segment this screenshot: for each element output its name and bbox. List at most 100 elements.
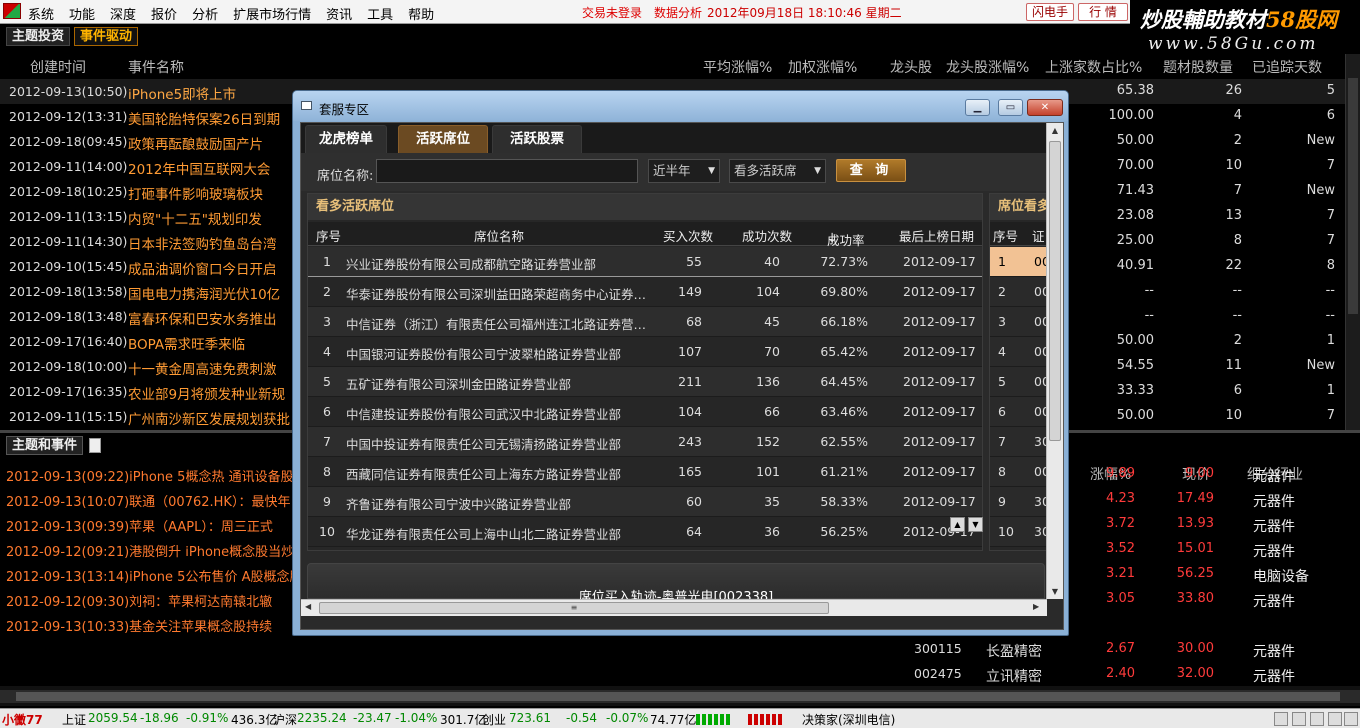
document-icon[interactable] <box>89 438 102 453</box>
sz-index-label[interactable]: 沪深 <box>273 711 297 728</box>
seat-name[interactable]: 中信证券（浙江）有限责任公司福州连江北路证券营业部 <box>346 314 656 333</box>
news-title[interactable]: 2012-09-13(13:14)iPhone 5公布售价 A股概念股 <box>6 566 302 585</box>
scrollbar-thumb[interactable] <box>16 692 1340 701</box>
col-up-ratio[interactable]: 上涨家数占比% <box>1045 57 1142 77</box>
seat-name-input[interactable] <box>376 159 638 183</box>
menu-function[interactable]: 功能 <box>69 4 95 23</box>
event-table-scrollbar[interactable] <box>1345 54 1360 430</box>
col-no[interactable]: 序号 <box>316 226 341 245</box>
event-name[interactable]: iPhone5即将上市 <box>128 83 236 103</box>
tray-icon-4[interactable] <box>1328 712 1342 726</box>
news-title[interactable]: 2012-09-13(09:22)iPhone 5概念热 通讯设备股 <box>6 466 294 485</box>
event-name[interactable]: 政策再酝酿鼓励国产片 <box>128 133 263 153</box>
close-button[interactable]: ✕ <box>1027 99 1063 116</box>
dialog-titlebar[interactable]: 套服专区 ▁ ▭ ✕ <box>293 91 1068 121</box>
seat-row[interactable]: 5 五矿证券有限公司深圳金田路证券营业部 211 136 64.45% 2012-09-1… <box>308 367 982 397</box>
seat-row[interactable]: 2 华泰证券股份有限公司深圳益田路荣超商务中心证券营业部 149 104 69.80% 2… <box>308 277 982 307</box>
data-analysis-label[interactable]: 数据分析 <box>654 4 702 21</box>
side-col-no[interactable]: 序号 <box>993 226 1018 245</box>
seat-name[interactable]: 五矿证券有限公司深圳金田路证券营业部 <box>346 374 656 393</box>
lock-icon[interactable] <box>1310 712 1324 726</box>
dialog-horizontal-scrollbar[interactable]: ◀ ≡ ▶ <box>301 599 1047 616</box>
col-stock-count[interactable]: 题材股数量 <box>1163 57 1233 77</box>
seat-row[interactable]: 9 齐鲁证券有限公司宁波中兴路证券营业部 60 35 58.33% 2012-09-17 <box>308 487 982 517</box>
tray-icon-5[interactable] <box>1344 712 1358 726</box>
scroll-right-arrow-icon[interactable]: ▶ <box>1033 602 1039 611</box>
tab-dragon-tiger-list[interactable]: 龙虎榜单 <box>305 125 387 153</box>
news-title[interactable]: 2012-09-12(09:30)刘祠：苹果柯达南辕北辙 <box>6 591 272 610</box>
tab-active-stocks[interactable]: 活跃股票 <box>492 125 582 153</box>
event-name[interactable]: 内贸"十二五"规划印发 <box>128 208 262 228</box>
event-name[interactable]: 美国轮胎特保案26日到期 <box>128 108 280 128</box>
scroll-up-arrow-icon[interactable]: ▲ <box>1050 126 1060 135</box>
dialog-vertical-scrollbar[interactable]: ▲ ▼ <box>1046 123 1063 599</box>
seat-type-select[interactable]: 看多活跃席 ▼ <box>729 159 826 183</box>
xiaobei-label[interactable]: 小黴77 <box>2 711 43 728</box>
event-name[interactable]: 富春环保和巴安水务推出 <box>128 308 277 328</box>
col-tracked-days[interactable]: 已追踪天数 <box>1252 57 1322 77</box>
event-name[interactable]: 成品油调价窗口今日开启 <box>128 258 277 278</box>
scroll-down-arrow-icon[interactable]: ▼ <box>1050 587 1060 596</box>
col-last-date[interactable]: 最后上榜日期 <box>899 226 974 245</box>
menu-tools[interactable]: 工具 <box>367 4 393 23</box>
col-buy-count[interactable]: 买入次数 <box>663 226 713 245</box>
seat-row[interactable]: 8 西藏同信证券有限责任公司上海东方路证券营业部 165 101 61.21% 2012-… <box>308 457 982 487</box>
seat-name[interactable]: 中国银河证券股份有限公司宁波翠柏路证券营业部 <box>346 344 656 363</box>
col-created-time[interactable]: 创建时间 <box>30 57 86 77</box>
menu-help[interactable]: 帮助 <box>408 4 434 23</box>
flash-trade-button[interactable]: 闪电手 <box>1026 3 1074 21</box>
news-title[interactable]: 2012-09-13(09:39)苹果（AAPL）：周三正式 <box>6 516 273 535</box>
seat-row[interactable]: 6 中信建投证券股份有限公司武汉中北路证券营业部 104 66 63.46% 2012-0… <box>308 397 982 427</box>
menu-analysis[interactable]: 分析 <box>192 4 218 23</box>
tab-theme-invest[interactable]: 主题投资 <box>6 27 71 46</box>
tab-theme-and-events[interactable]: 主题和事件 <box>6 436 84 455</box>
menu-depth[interactable]: 深度 <box>110 4 136 23</box>
menu-news[interactable]: 资讯 <box>326 4 352 23</box>
tray-icon-1[interactable] <box>1274 712 1288 726</box>
col-weighted-pct[interactable]: 加权涨幅% <box>788 57 857 77</box>
event-name[interactable]: 十一黄金周高速免费刺激 <box>128 358 277 378</box>
seat-name[interactable]: 西藏同信证券有限责任公司上海东方路证券营业部 <box>346 464 656 483</box>
seat-name[interactable]: 华龙证券有限责任公司上海中山北二路证券营业部 <box>346 524 656 543</box>
event-name[interactable]: 打砸事件影响玻璃板块 <box>128 183 263 203</box>
news-title[interactable]: 2012-09-13(10:33)基金关注苹果概念股持续 <box>6 616 272 635</box>
seat-name[interactable]: 中国中投证券有限责任公司无锡清扬路证券营业部 <box>346 434 656 453</box>
event-name[interactable]: 日本非法签购钓鱼岛台湾 <box>128 233 277 253</box>
event-name[interactable]: 2012年中国互联网大会 <box>128 158 270 178</box>
col-leader[interactable]: 龙头股 <box>890 57 932 77</box>
trade-login-status[interactable]: 交易未登录 <box>582 4 642 21</box>
menu-extended-market[interactable]: 扩展市场行情 <box>233 4 311 23</box>
scrollbar-thumb[interactable]: ≡ <box>319 602 829 614</box>
col-leader-pct[interactable]: 龙头股涨幅% <box>946 57 1029 77</box>
minimize-button[interactable]: ▁ <box>965 99 990 116</box>
event-name[interactable]: BOPA需求旺季来临 <box>128 333 245 353</box>
news-title[interactable]: 2012-09-12(09:21)港股倒升 iPhone概念股当炒 <box>6 541 294 560</box>
seat-name[interactable]: 华泰证券股份有限公司深圳益田路荣超商务中心证券营业部 <box>346 284 656 303</box>
tab-event-driven[interactable]: 事件驱动 <box>74 27 139 46</box>
broker-server-label[interactable]: 决策家(深圳电信) <box>802 711 895 728</box>
quote-button[interactable]: 行 情 <box>1078 3 1128 21</box>
stock-name[interactable]: 长盈精密 <box>986 641 1042 661</box>
seat-name[interactable]: 中信建投证券股份有限公司武汉中北路证券营业部 <box>346 404 656 423</box>
scroll-left-arrow-icon[interactable]: ◀ <box>305 602 311 611</box>
event-name[interactable]: 农业部9月将颁发种业新规 <box>128 383 285 403</box>
sh-index-label[interactable]: 上证 <box>62 711 86 728</box>
event-name[interactable]: 国电电力携海润光伏10亿 <box>128 283 280 303</box>
scrollbar-thumb[interactable] <box>1049 141 1061 441</box>
seat-row[interactable]: 10 华龙证券有限责任公司上海中山北二路证券营业部 64 36 56.25% 2012-0… <box>308 517 982 547</box>
seat-row[interactable]: 1 兴业证券股份有限公司成都航空路证券营业部 55 40 72.73% 2012-09-1… <box>308 247 982 277</box>
seat-name[interactable]: 兴业证券股份有限公司成都航空路证券营业部 <box>346 254 656 273</box>
cy-index-label[interactable]: 创业 <box>482 711 506 728</box>
scroll-up-button[interactable]: ▲ <box>950 517 965 532</box>
seat-row[interactable]: 7 中国中投证券有限责任公司无锡清扬路证券营业部 243 152 62.55% 2012-… <box>308 427 982 457</box>
news-row[interactable]: 002475 立讯精密 2.40 32.00 元器件 <box>0 662 1360 687</box>
col-seat-name[interactable]: 席位名称 <box>474 226 524 245</box>
seat-row[interactable]: 4 中国银河证券股份有限公司宁波翠柏路证券营业部 107 70 65.42% 2012-0… <box>308 337 982 367</box>
tab-active-seats[interactable]: 活跃席位 <box>398 125 488 153</box>
menu-system[interactable]: 系统 <box>28 4 54 23</box>
horizontal-scrollbar[interactable] <box>0 686 1360 706</box>
stock-name[interactable]: 立讯精密 <box>986 666 1042 686</box>
scroll-down-button[interactable]: ▼ <box>968 517 983 532</box>
maximize-button[interactable]: ▭ <box>998 99 1023 116</box>
query-button[interactable]: 查 询 <box>836 159 906 182</box>
